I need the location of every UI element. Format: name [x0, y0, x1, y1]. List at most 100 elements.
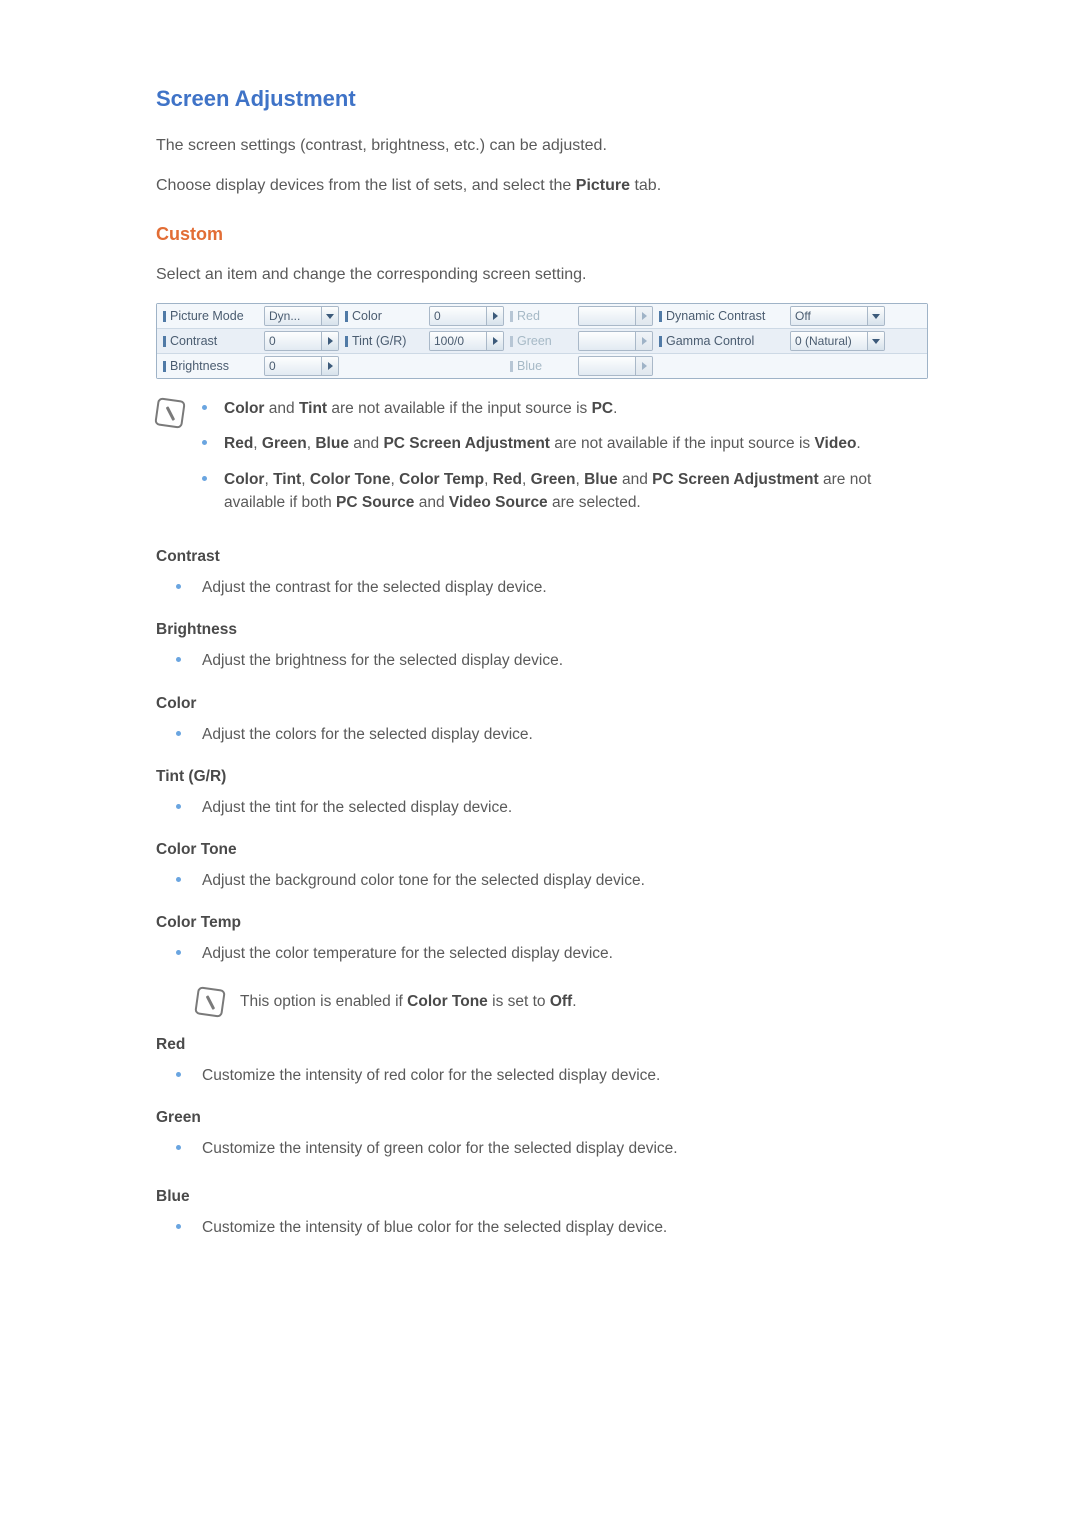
brightness-heading: Brightness	[156, 621, 930, 639]
blue-stepper	[578, 356, 653, 376]
green-value	[579, 332, 635, 350]
picture-mode-value: Dyn...	[265, 307, 321, 325]
color-desc: Adjust the colors for the selected displ…	[176, 723, 930, 746]
contrast-heading: Contrast	[156, 548, 930, 566]
kw: PC Screen Adjustment	[652, 471, 819, 488]
txt: are selected.	[548, 494, 641, 511]
kw-tint: Tint	[299, 400, 327, 417]
blue-value	[579, 357, 635, 375]
txt: are not available if the input source is	[327, 400, 592, 417]
txt: .	[613, 400, 617, 417]
panel-row-2: Contrast 0 Tint (G/R) 100/0 Green Gamma …	[157, 328, 927, 353]
stepper-arrow-icon[interactable]	[486, 332, 503, 350]
note-item-2: Red, Green, Blue and PC Screen Adjustmen…	[202, 432, 930, 455]
note-icon	[194, 986, 226, 1018]
intro-2a: Choose display devices from the list of …	[156, 177, 576, 194]
note-list: Color and Tint are not available if the …	[202, 397, 930, 526]
blue-desc: Customize the intensity of blue color fo…	[176, 1216, 930, 1239]
txt: and	[618, 471, 652, 488]
intro-text-2: Choose display devices from the list of …	[156, 174, 930, 198]
kw-video: Video	[814, 435, 856, 452]
contrast-stepper[interactable]: 0	[264, 331, 339, 351]
contrast-label: Contrast	[163, 334, 258, 348]
color-label: Color	[345, 309, 423, 323]
note-item-1: Color and Tint are not available if the …	[202, 397, 930, 420]
kw: Color Temp	[399, 471, 484, 488]
color-stepper[interactable]: 0	[429, 306, 504, 326]
panel-row-3: Brightness 0 Blue	[157, 353, 927, 378]
color-tone-heading: Color Tone	[156, 841, 930, 859]
stepper-arrow-icon	[635, 332, 652, 350]
txt: ,	[264, 471, 273, 488]
kw: Blue	[584, 471, 618, 488]
stepper-arrow-icon[interactable]	[486, 307, 503, 325]
tint-heading: Tint (G/R)	[156, 768, 930, 786]
blue-label: Blue	[510, 359, 572, 373]
kw-pc-screen-adj: PC Screen Adjustment	[383, 435, 550, 452]
color-temp-note-text: This option is enabled if Color Tone is …	[240, 993, 577, 1011]
red-label: Red	[510, 309, 572, 323]
kw: PC Source	[336, 494, 414, 511]
dropdown-arrow-icon[interactable]	[321, 307, 338, 325]
brightness-label: Brightness	[163, 359, 258, 373]
stepper-arrow-icon[interactable]	[321, 332, 338, 350]
note-block: Color and Tint are not available if the …	[156, 397, 930, 526]
txt: This option is enabled if	[240, 993, 407, 1010]
red-value	[579, 307, 635, 325]
panel-row-1: Picture Mode Dyn... Color 0 Red Dynamic …	[157, 304, 927, 328]
kw: Color	[224, 471, 264, 488]
color-heading: Color	[156, 695, 930, 713]
color-temp-note: This option is enabled if Color Tone is …	[196, 988, 930, 1016]
kw: Off	[550, 993, 572, 1010]
note-item-3: Color, Tint, Color Tone, Color Temp, Red…	[202, 468, 930, 515]
stepper-arrow-icon	[635, 307, 652, 325]
txt: ,	[522, 471, 531, 488]
txt: and	[264, 400, 298, 417]
txt: ,	[253, 435, 262, 452]
color-temp-heading: Color Temp	[156, 914, 930, 932]
gamma-control-dropdown[interactable]: 0 (Natural)	[790, 331, 885, 351]
intro-2b: tab.	[630, 177, 661, 194]
brightness-desc: Adjust the brightness for the selected d…	[176, 649, 930, 672]
color-value: 0	[430, 307, 486, 325]
kw: Color Tone	[310, 471, 391, 488]
dynamic-contrast-dropdown[interactable]: Off	[790, 306, 885, 326]
dropdown-arrow-icon[interactable]	[867, 332, 884, 350]
kw: Red	[493, 471, 522, 488]
intro-2-bold: Picture	[576, 177, 630, 194]
txt: ,	[301, 471, 310, 488]
txt: ,	[391, 471, 400, 488]
stepper-arrow-icon[interactable]	[321, 357, 338, 375]
brightness-stepper[interactable]: 0	[264, 356, 339, 376]
gamma-control-label: Gamma Control	[659, 334, 784, 348]
color-tone-desc: Adjust the background color tone for the…	[176, 869, 930, 892]
green-desc: Customize the intensity of green color f…	[176, 1137, 930, 1160]
txt: ,	[484, 471, 493, 488]
kw-color: Color	[224, 400, 264, 417]
contrast-desc: Adjust the contrast for the selected dis…	[176, 576, 930, 599]
red-stepper	[578, 306, 653, 326]
tint-stepper[interactable]: 100/0	[429, 331, 504, 351]
picture-mode-label: Picture Mode	[163, 309, 258, 323]
txt: .	[856, 435, 860, 452]
red-heading: Red	[156, 1036, 930, 1054]
gamma-control-value: 0 (Natural)	[791, 332, 867, 350]
kw: Video Source	[449, 494, 548, 511]
kw-red: Red	[224, 435, 253, 452]
kw-green: Green	[262, 435, 307, 452]
kw: Tint	[273, 471, 301, 488]
txt: and	[414, 494, 448, 511]
dropdown-arrow-icon[interactable]	[867, 307, 884, 325]
green-stepper	[578, 331, 653, 351]
page-title: Screen Adjustment	[156, 86, 930, 112]
brightness-value: 0	[265, 357, 321, 375]
txt: is set to	[488, 993, 550, 1010]
intro-text-1: The screen settings (contrast, brightnes…	[156, 134, 930, 158]
custom-intro: Select an item and change the correspond…	[156, 263, 930, 287]
txt: and	[349, 435, 383, 452]
green-label: Green	[510, 334, 572, 348]
dynamic-contrast-value: Off	[791, 307, 867, 325]
blue-heading: Blue	[156, 1188, 930, 1206]
settings-panel: Picture Mode Dyn... Color 0 Red Dynamic …	[156, 303, 928, 379]
picture-mode-dropdown[interactable]: Dyn...	[264, 306, 339, 326]
